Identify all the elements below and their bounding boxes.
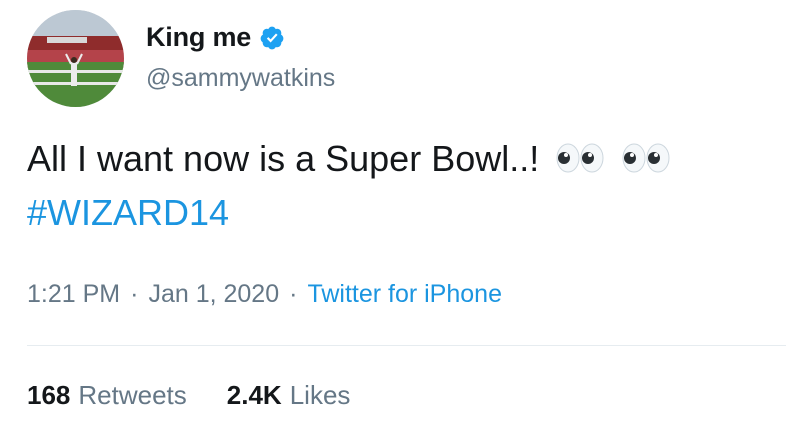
likes-count: 2.4K	[226, 380, 282, 410]
hashtag-link[interactable]: #WIZARD14	[27, 192, 229, 233]
avatar-stadium-image	[27, 10, 124, 107]
display-name[interactable]: King me	[146, 22, 251, 53]
tweet-source-link[interactable]: Twitter for iPhone	[307, 280, 502, 309]
tweet-meta: 1:21 PM · Jan 1, 2020 · Twitter for iPho…	[27, 280, 502, 309]
tweet-stats: 168 Retweets 2.4K Likes	[27, 380, 350, 411]
likes-stat[interactable]: 2.4K Likes	[227, 380, 351, 411]
likes-label: Likes	[289, 380, 351, 410]
retweets-label: Retweets	[78, 380, 187, 410]
avatar[interactable]	[27, 10, 124, 107]
tweet-date[interactable]: Jan 1, 2020	[148, 280, 279, 309]
tweet-text-line: All I want now is a Super Bowl..!	[27, 138, 540, 179]
meta-separator: ·	[289, 280, 298, 308]
retweets-count: 168	[27, 380, 71, 410]
meta-separator: ·	[130, 280, 139, 308]
eyes-emoji-icon	[555, 135, 605, 187]
retweets-stat[interactable]: 168 Retweets	[27, 380, 187, 411]
author-handle[interactable]: @sammywatkins	[146, 64, 335, 93]
author-name-row[interactable]: King me	[146, 22, 285, 53]
tweet-time[interactable]: 1:21 PM	[27, 280, 120, 309]
tweet-text: All I want now is a Super Bowl..! #WIZAR…	[27, 133, 767, 239]
eyes-emoji-icon	[621, 135, 671, 187]
divider	[27, 345, 786, 346]
verified-badge-icon	[259, 25, 285, 51]
